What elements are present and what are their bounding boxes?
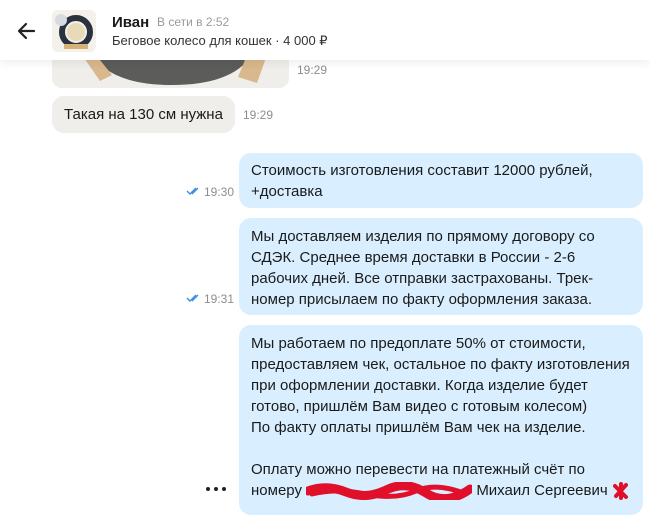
message-line — [251, 438, 631, 459]
double-check-icon — [186, 187, 199, 195]
cat-wheel-product-image — [52, 10, 96, 52]
message-line: при оформлении доставки. Когда изделие б… — [251, 377, 588, 394]
arrow-left-icon — [17, 22, 36, 40]
message-line: СДЭК. Среднее время доставки в России - … — [251, 249, 576, 266]
message-time: 19:31 — [204, 292, 235, 306]
message-line: По факту оплаты пришлём Вам чек на издел… — [251, 419, 586, 436]
message-line: Мы доставляем изделия по прямому договор… — [251, 228, 595, 245]
dot-icon — [214, 487, 218, 491]
more-options-button[interactable] — [206, 478, 234, 494]
outgoing-message: Стоимость изготовления составит 12000 ру… — [239, 153, 643, 208]
message-line: Оплату можно перевести на платежный счёт… — [251, 461, 585, 478]
avatar[interactable] — [52, 10, 96, 52]
message-time: 19:30 — [204, 185, 235, 199]
dot-icon — [206, 487, 210, 491]
message-line: рабочих дней. Все отправки застрахованы.… — [251, 270, 594, 287]
chat-header: Иван В сети в 2:52 Беговое колесо для ко… — [0, 0, 650, 60]
outgoing-message: Мы доставляем изделия по прямому договор… — [239, 218, 643, 315]
message-time: 19:29 — [243, 108, 274, 122]
recipient-name: Михаил Сергеевич — [476, 482, 608, 499]
message-line: Мы работаем по предоплате 50% от стоимос… — [251, 335, 586, 352]
dot-icon — [222, 487, 226, 491]
message-line: номеру Михаил Сергеевич — [251, 480, 631, 501]
listing-title[interactable]: Беговое колесо для кошек · 4 000 ₽ — [112, 33, 328, 49]
message-line: предоставляем чек, остальное по факту из… — [251, 356, 630, 373]
outgoing-message: Мы работаем по предоплате 50% от стоимос… — [239, 325, 643, 515]
message-line: номер присылаем по факту оформления зака… — [251, 291, 592, 308]
incoming-message: Такая на 130 см нужна — [52, 96, 235, 133]
redaction-scribble — [612, 482, 628, 501]
double-check-icon — [186, 294, 199, 302]
back-button[interactable] — [14, 18, 42, 44]
message-line: готово, пришлём Вам видео с готовым коле… — [251, 398, 588, 415]
redaction-scribble — [306, 482, 473, 501]
message-text: номеру — [251, 482, 302, 499]
message-line: Стоимость изготовления составит 12000 ру… — [251, 162, 593, 179]
message-text: Такая на 130 см нужна — [64, 106, 223, 123]
contact-name[interactable]: Иван — [112, 14, 149, 31]
message-time: 19:29 — [297, 63, 328, 77]
message-line: +доставка — [251, 183, 323, 200]
online-status: В сети в 2:52 — [157, 15, 230, 29]
